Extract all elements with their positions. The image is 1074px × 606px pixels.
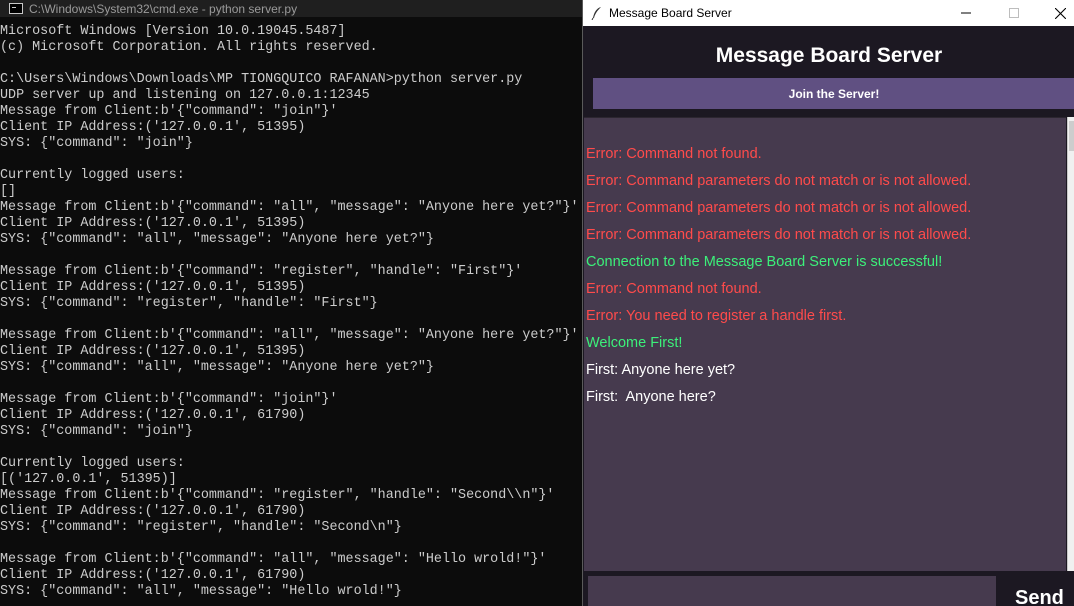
console-line: (c) Microsoft Corporation. All rights re…	[0, 40, 378, 55]
console-line: SYS: {"command": "register", "handle": "…	[0, 296, 378, 311]
input-bar: Send	[583, 571, 1074, 606]
message-log-scrollbar[interactable]	[1067, 117, 1074, 571]
console-line: Currently logged users:	[0, 168, 185, 183]
console-line: Client IP Address:('127.0.0.1', 61790)	[0, 568, 306, 583]
console-line: Message from Client:b'{"command": "regis…	[0, 488, 555, 503]
console-line: UDP server up and listening on 127.0.0.1…	[0, 88, 370, 103]
console-line: Message from Client:b'{"command": "all",…	[0, 552, 547, 567]
message-board-window: Message Board Server Message Board Serve…	[582, 0, 1074, 606]
console-line: SYS: {"command": "all", "message": "Hell…	[0, 584, 402, 599]
console-line: SYS: {"command": "register", "handle": "…	[0, 520, 402, 535]
message-entry: Error: Command parameters do not match o…	[586, 227, 972, 243]
console-output[interactable]: Microsoft Windows [Version 10.0.19045.54…	[0, 24, 582, 600]
app-titlebar[interactable]: Message Board Server	[583, 0, 1074, 26]
console-line: Client IP Address:('127.0.0.1', 51395)	[0, 344, 306, 359]
message-entry: Error: Command parameters do not match o…	[586, 173, 972, 189]
message-entry: Error: Command parameters do not match o…	[586, 200, 972, 216]
cmd-titlebar[interactable]: C:\Windows\System32\cmd.exe - python ser…	[0, 0, 582, 17]
console-line: SYS: {"command": "all", "message": "Anyo…	[0, 360, 434, 375]
maximize-icon	[1009, 8, 1019, 18]
message-log[interactable]: Error: Command not found. Error: Command …	[584, 117, 1066, 571]
message-entry: Connection to the Message Board Server i…	[586, 254, 943, 270]
console-line: Message from Client:b'{"command": "all",…	[0, 200, 579, 215]
console-line: [('127.0.0.1', 51395)]	[0, 472, 177, 487]
minimize-icon	[961, 12, 971, 14]
message-entry: First: Anyone here?	[586, 389, 716, 405]
console-line: SYS: {"command": "join"}	[0, 136, 193, 151]
console-line: Message from Client:b'{"command": "join"…	[0, 392, 338, 407]
message-entry: Error: You need to register a handle fir…	[586, 308, 847, 324]
cmd-window: C:\Windows\System32\cmd.exe - python ser…	[0, 0, 582, 606]
send-button[interactable]: Send	[1015, 587, 1064, 606]
app-window-title: Message Board Server	[609, 6, 732, 20]
console-line: Client IP Address:('127.0.0.1', 51395)	[0, 280, 306, 295]
console-line: Client IP Address:('127.0.0.1', 51395)	[0, 120, 306, 135]
page-title: Message Board Server	[715, 44, 943, 67]
close-button[interactable]	[1037, 0, 1074, 26]
console-line: Message from Client:b'{"command": "all",…	[0, 328, 579, 343]
console-line: SYS: {"command": "all", "message": "Anyo…	[0, 232, 434, 247]
message-entry: Welcome First!	[586, 335, 683, 351]
close-icon	[1054, 7, 1066, 19]
command-input[interactable]	[588, 576, 996, 606]
feather-icon	[591, 7, 601, 20]
console-line: []	[0, 184, 17, 199]
scrollbar-thumb[interactable]	[1069, 121, 1074, 151]
console-line: Client IP Address:('127.0.0.1', 51395)	[0, 216, 306, 231]
maximize-button[interactable]	[991, 0, 1037, 26]
console-line: Client IP Address:('127.0.0.1', 61790)	[0, 408, 306, 423]
console-icon	[9, 3, 23, 14]
message-entry: Error: Command not found.	[586, 281, 762, 297]
console-line: Message from Client:b'{"command": "regis…	[0, 264, 523, 279]
console-line: Currently logged users:	[0, 456, 185, 471]
console-line: SYS: {"command": "join"}	[0, 424, 193, 439]
cmd-window-title: C:\Windows\System32\cmd.exe - python ser…	[29, 1, 298, 16]
message-entry: First: Anyone here yet?	[586, 362, 736, 378]
console-line: Client IP Address:('127.0.0.1', 61790)	[0, 504, 306, 519]
console-line: Message from Client:b'{"command": "join"…	[0, 104, 338, 119]
minimize-button[interactable]	[943, 0, 989, 26]
console-line: Microsoft Windows [Version 10.0.19045.54…	[0, 24, 346, 39]
console-line: C:\Users\Windows\Downloads\MP TIONGQUICO…	[0, 72, 523, 87]
join-server-button[interactable]: Join the Server!	[593, 78, 1074, 109]
message-entry: Error: Command not found.	[586, 146, 762, 162]
